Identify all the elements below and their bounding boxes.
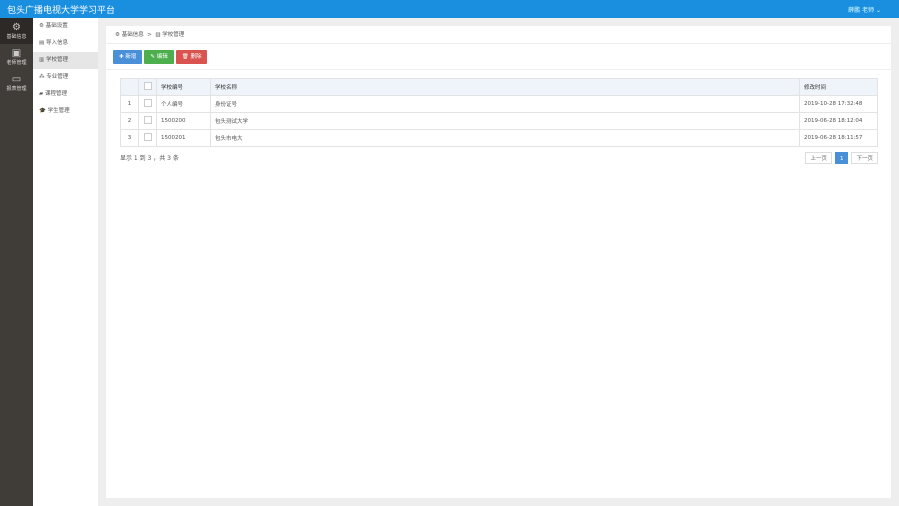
menu-label: 学校管理 (45, 57, 68, 63)
menu-label: 基础设置 (45, 23, 68, 29)
row-select (138, 112, 157, 130)
modified-time: 2019-06-28 18:12:04 (799, 112, 878, 130)
row-select (138, 95, 157, 113)
nav-report[interactable]: ▭ 报表管理 (0, 70, 33, 96)
cubes-icon: ⁂ (39, 74, 45, 80)
nav-label: 报表管理 (6, 86, 27, 92)
nav-basic-info[interactable]: ⚙ 基础信息 (0, 18, 33, 44)
col-school-name[interactable]: 学校名称 (210, 78, 800, 96)
user-icon: ▣ (11, 48, 22, 59)
row-checkbox[interactable] (143, 116, 152, 124)
menu-import[interactable]: ▤ 导入信息 (33, 35, 98, 52)
menu-major[interactable]: ⁂ 专业管理 (33, 69, 98, 86)
nav-teacher[interactable]: ▣ 老师管理 (0, 44, 33, 70)
menu-label: 课程管理 (44, 91, 67, 97)
modified-time: 2019-10-28 17:32:48 (799, 95, 878, 113)
page-1-button[interactable]: 1 (834, 152, 849, 164)
breadcrumb-root[interactable]: 基础信息 (122, 32, 144, 38)
school-name: 包头市电大 (210, 129, 800, 147)
gears-icon: ⚙ (115, 32, 120, 38)
school-code: 个人编号 (156, 95, 211, 113)
user-menu[interactable]: 薛鹏 老师 ⌄ (848, 5, 881, 14)
table-header: 学校编号 学校名称 修改时间 (120, 78, 878, 96)
main-panel: ⚙ 基础信息 > ▥ 学校管理 ✚ 新增 ✎ 编辑 🗑 删除 学校编号 学校名称… (106, 26, 891, 498)
row-index: 1 (120, 95, 139, 113)
col-school-code[interactable]: 学校编号 (156, 78, 211, 96)
row-checkbox[interactable] (143, 99, 152, 107)
menu-label: 学生管理 (47, 108, 70, 114)
building-icon: ▥ (39, 57, 45, 63)
secondary-sidebar: ⚙ 基础设置 ▤ 导入信息 ▥ 学校管理 ⁂ 专业管理 ▰ 课程管理 🎓 学生管… (33, 18, 98, 506)
menu-student[interactable]: 🎓 学生管理 (33, 103, 98, 120)
table-info: 显示 1 到 3 ，共 3 条 (120, 155, 179, 162)
gear-icon: ⚙ (39, 23, 44, 29)
building-icon: ▥ (155, 32, 161, 38)
breadcrumb-current: 学校管理 (162, 32, 185, 38)
menu-school[interactable]: ▥ 学校管理 (33, 52, 98, 69)
next-page-button[interactable]: 下一页 (851, 152, 878, 164)
menu-basic-settings[interactable]: ⚙ 基础设置 (33, 18, 98, 35)
breadcrumb-separator: > (147, 32, 152, 38)
col-modified-time[interactable]: 修改时间 (799, 78, 878, 96)
school-code: 1500200 (156, 112, 211, 130)
prev-page-button[interactable]: 上一页 (805, 152, 832, 164)
table-row[interactable]: 1 个人编号 身份证号 2019-10-28 17:32:48 (120, 95, 878, 113)
graduation-cap-icon: 🎓 (39, 108, 46, 114)
divider (106, 69, 891, 70)
menu-course[interactable]: ▰ 课程管理 (33, 86, 98, 103)
row-index: 2 (120, 112, 139, 130)
table-row[interactable]: 3 1500201 包头市电大 2019-06-28 18:11:57 (120, 129, 878, 147)
add-button[interactable]: ✚ 新增 (113, 50, 143, 64)
app-title: 包头广播电视大学学习平台 (7, 6, 116, 16)
pagination: 上一页 1 下一页 (805, 152, 878, 164)
index-header (120, 78, 139, 96)
breadcrumb: ⚙ 基础信息 > ▥ 学校管理 (106, 26, 891, 44)
edit-button[interactable]: ✎ 编辑 (144, 50, 174, 64)
nav-label: 老师管理 (6, 60, 27, 66)
school-name: 包头测试大学 (210, 112, 800, 130)
top-bar: 包头广播电视大学学习平台 薛鹏 老师 ⌄ (0, 0, 899, 18)
row-checkbox[interactable] (143, 133, 152, 141)
menu-label: 导入信息 (45, 40, 68, 46)
row-select (138, 129, 157, 147)
select-all-checkbox[interactable] (143, 82, 152, 90)
school-table: 学校编号 学校名称 修改时间 1 个人编号 身份证号 2019-10-28 17… (120, 78, 878, 147)
school-name: 身份证号 (210, 95, 800, 113)
school-code: 1500201 (156, 129, 211, 147)
select-all-header (138, 78, 157, 96)
row-index: 3 (120, 129, 139, 147)
book-icon: ▰ (39, 91, 44, 97)
nav-label: 基础信息 (6, 34, 27, 40)
primary-sidebar: ⚙ 基础信息 ▣ 老师管理 ▭ 报表管理 (0, 18, 33, 506)
id-card-icon: ▭ (11, 74, 22, 85)
delete-button[interactable]: 🗑 删除 (175, 50, 208, 64)
gears-icon: ⚙ (12, 22, 21, 33)
modified-time: 2019-06-28 18:11:57 (799, 129, 878, 147)
table-row[interactable]: 2 1500200 包头测试大学 2019-06-28 18:12:04 (120, 112, 878, 130)
import-icon: ▤ (39, 40, 45, 46)
menu-label: 专业管理 (46, 74, 69, 80)
